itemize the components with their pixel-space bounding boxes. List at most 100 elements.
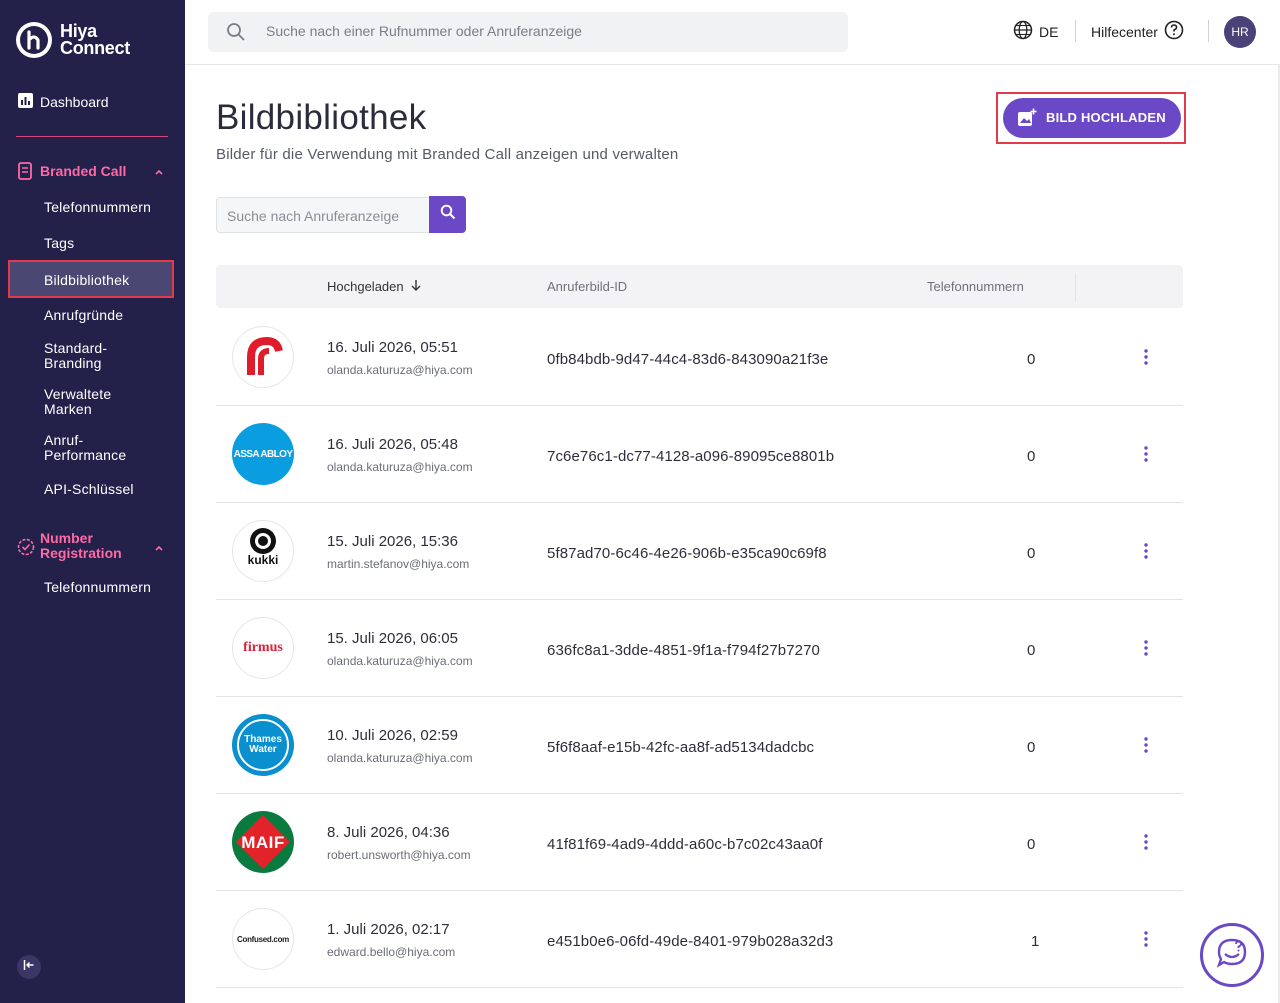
section-label: Branded Call	[40, 163, 127, 179]
upload-date: 16. Juli 2026, 05:51	[327, 339, 458, 356]
global-search	[208, 12, 848, 52]
phone-number-count: 0	[1027, 351, 1036, 368]
topbar-divider	[1075, 20, 1076, 42]
table-row[interactable]: 16. Juli 2026, 05:51 olanda.katuruza@hiy…	[216, 308, 1183, 406]
caller-image-id: 5f6f8aaf-e15b-42fc-aa8f-ad5134dadcbc	[547, 739, 815, 756]
kebab-menu-icon	[1144, 931, 1148, 947]
more-options-button[interactable]	[1136, 927, 1156, 951]
avatar[interactable]: HR	[1224, 16, 1256, 48]
sidebar-item-api-schluessel[interactable]: API-Schlüssel	[44, 482, 134, 497]
sidebar-item-verwaltete-marken[interactable]: Verwaltete Marken	[44, 387, 134, 417]
logo-text: ASSA ABLOY	[233, 448, 293, 460]
kukki-logo: kukki	[232, 520, 294, 582]
table-row[interactable]: firmus 15. Juli 2026, 06:05 olanda.katur…	[216, 599, 1183, 697]
logo-text: Confused.com	[237, 934, 289, 944]
table-row[interactable]: Thames Water 10. Juli 2026, 02:59 olanda…	[216, 696, 1183, 794]
kebab-menu-icon	[1144, 543, 1148, 559]
sidebar-item-tags[interactable]: Tags	[44, 236, 74, 251]
column-header-uploaded[interactable]: Hochgeladen	[327, 279, 422, 294]
uploader-email: martin.stefanov@hiya.com	[327, 557, 470, 571]
maif-logo: MAIF	[232, 811, 294, 873]
sidebar-item-bildbibliothek[interactable]: Bildbibliothek	[8, 260, 174, 298]
phone-number-count: 0	[1027, 642, 1036, 659]
table-row[interactable]: kukki 15. Juli 2026, 15:36 martin.stefan…	[216, 502, 1183, 600]
collapse-left-icon	[23, 958, 35, 976]
section-label: Number Registration	[40, 530, 122, 561]
upload-image-button[interactable]: BILD HOCHLADEN	[1003, 98, 1181, 138]
caller-filter-input[interactable]	[225, 207, 425, 225]
thames-water-logo: Thames Water	[232, 714, 294, 776]
uploader-email: olanda.katuruza@hiya.com	[327, 363, 473, 377]
kebab-menu-icon	[1144, 446, 1148, 462]
more-options-button[interactable]	[1136, 830, 1156, 854]
chat-help-icon	[1214, 935, 1250, 976]
upload-date: 16. Juli 2026, 05:48	[327, 436, 458, 453]
more-options-button[interactable]	[1136, 636, 1156, 660]
help-center-link[interactable]: Hilfecenter	[1091, 20, 1184, 43]
more-options-button[interactable]	[1136, 345, 1156, 369]
hiya-logo-icon	[16, 22, 52, 58]
sidebar-section-branded-call[interactable]: Branded Call	[0, 162, 185, 182]
upload-date: 10. Juli 2026, 02:59	[327, 727, 458, 744]
caller-image-id: 7c6e76c1-dc77-4128-a096-89095ce8801b	[547, 448, 835, 465]
kebab-menu-icon	[1144, 834, 1148, 850]
kebab-menu-icon	[1144, 640, 1148, 656]
column-divider	[1075, 273, 1076, 301]
sidebar-item-label: Dashboard	[40, 94, 109, 110]
column-header-image-id: Anruferbild-ID	[547, 279, 628, 294]
more-options-button[interactable]	[1136, 539, 1156, 563]
column-header-phone-numbers: Telefonnummern	[927, 279, 1024, 294]
upload-date: 15. Juli 2026, 06:05	[327, 630, 458, 647]
logo-text: Thames Water	[244, 734, 282, 755]
firmus-logo: firmus	[232, 617, 294, 679]
caller-image-id: e451b0e6-06fd-49de-8401-979b028a32d3	[547, 933, 834, 950]
filter-search-button[interactable]	[429, 196, 466, 233]
caller-filter	[216, 197, 430, 233]
more-options-button[interactable]	[1136, 442, 1156, 466]
table-row[interactable]: ASSA ABLOY 16. Juli 2026, 05:48 olanda.k…	[216, 405, 1183, 503]
upload-date: 1. Juli 2026, 02:17	[327, 921, 450, 938]
collapse-sidebar-button[interactable]	[17, 955, 41, 979]
sidebar-item-telefonnummern[interactable]: Telefonnummern	[44, 200, 151, 215]
sidebar: Hiya Connect Dashboard Branded Call Tele…	[0, 0, 185, 1003]
sidebar-item-dashboard[interactable]: Dashboard	[0, 92, 185, 112]
red-r-logo	[232, 326, 294, 388]
upload-date: 15. Juli 2026, 15:36	[327, 533, 458, 550]
phone-card-icon	[18, 162, 32, 183]
sidebar-item-standard-branding[interactable]: Standard-Branding	[44, 341, 140, 371]
table-header: Hochgeladen Anruferbild-ID Telefonnummer…	[216, 265, 1183, 308]
brand-line2: Connect	[60, 38, 130, 58]
dashboard-icon	[18, 93, 33, 111]
support-chat-button[interactable]	[1200, 923, 1264, 987]
add-image-icon	[1017, 108, 1037, 131]
kebab-menu-icon	[1144, 349, 1148, 365]
phone-number-count: 1	[1031, 933, 1040, 950]
chevron-up-icon	[154, 164, 164, 180]
phone-number-count: 0	[1027, 545, 1036, 562]
caller-image-id: 0fb84bdb-9d47-44c4-83d6-843090a21f3e	[547, 351, 829, 368]
table-row[interactable]: Confused.com 1. Juli 2026, 02:17 edward.…	[216, 890, 1183, 988]
globe-icon	[1013, 20, 1033, 43]
topbar-divider	[1208, 20, 1209, 42]
help-label: Hilfecenter	[1091, 23, 1158, 40]
caller-image-id: 636fc8a1-3dde-4851-9f1a-f794f27b7270	[547, 642, 820, 659]
sidebar-item-nr-telefonnummern[interactable]: Telefonnummern	[44, 580, 151, 595]
global-search-input[interactable]	[264, 22, 828, 40]
logo-text: kukki	[247, 553, 279, 567]
more-options-button[interactable]	[1136, 733, 1156, 757]
kebab-menu-icon	[1144, 737, 1148, 753]
language-label: DE	[1039, 23, 1059, 40]
sidebar-section-number-registration[interactable]: Number Registration	[0, 531, 185, 565]
uploader-email: robert.unsworth@hiya.com	[327, 848, 471, 862]
sidebar-divider	[16, 136, 168, 137]
sidebar-item-anrufgruende[interactable]: Anrufgründe	[44, 308, 123, 323]
uploader-email: olanda.katuruza@hiya.com	[327, 460, 473, 474]
sidebar-item-anruf-performance[interactable]: Anruf-Performance	[44, 433, 140, 463]
phone-number-count: 0	[1027, 836, 1036, 853]
table-row[interactable]: MAIF 8. Juli 2026, 04:36 robert.unsworth…	[216, 793, 1183, 891]
sidebar-item-label: Bildbibliothek	[44, 272, 130, 288]
page-title: Bildbibliothek	[216, 98, 427, 137]
language-selector[interactable]: DE	[1013, 20, 1058, 43]
upload-label: BILD HOCHLADEN	[1046, 110, 1166, 125]
brand[interactable]: Hiya Connect	[16, 22, 130, 58]
